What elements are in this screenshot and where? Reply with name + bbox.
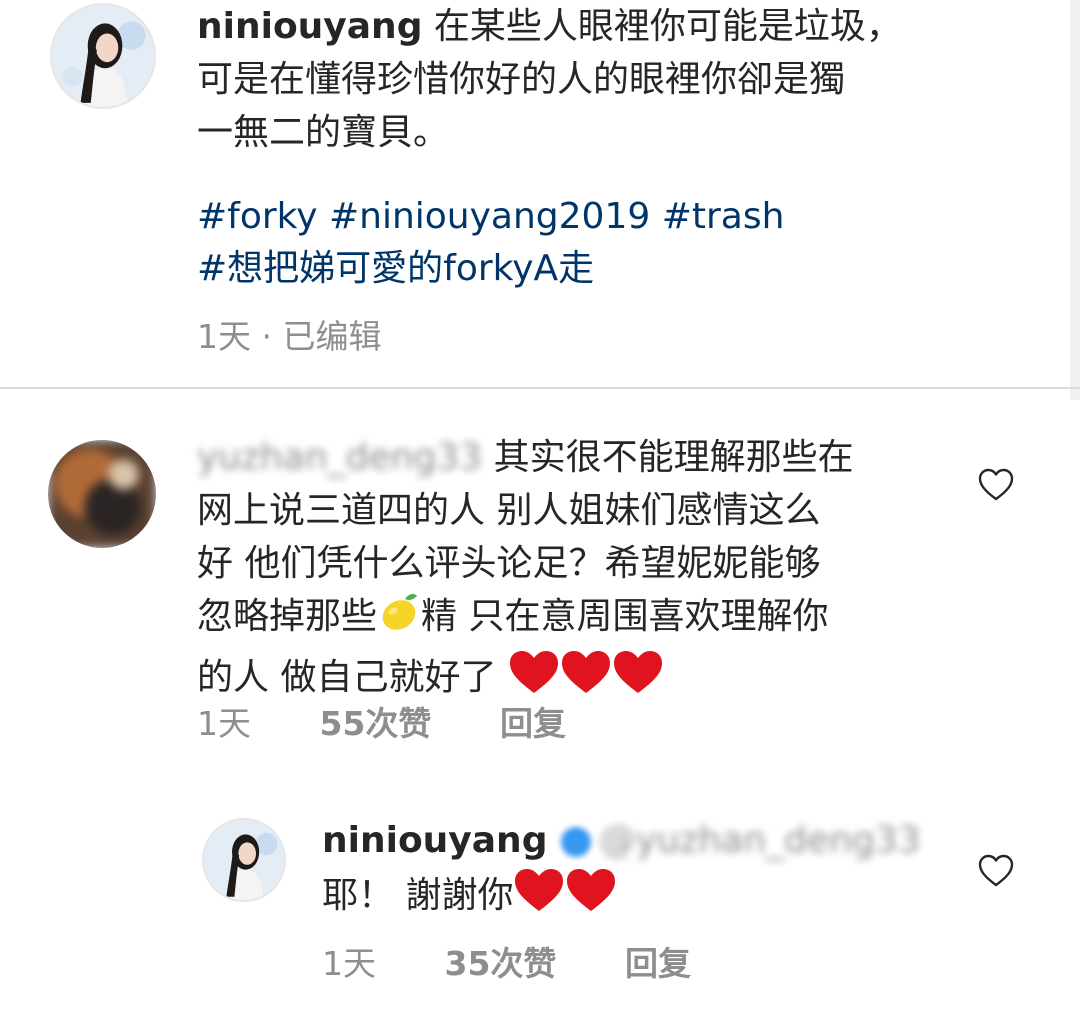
comment-line-4b: 精 只在意周围喜欢理解你 (421, 596, 829, 637)
comment-line-5: 的人 做自己就好了 (197, 657, 508, 698)
red-heart-emoji-icon (509, 651, 662, 693)
reply-message: 耶！ 謝謝你 (322, 875, 514, 916)
blurred-avatar-image (48, 440, 156, 548)
reply-text: niniouyang @yuzhan_deng33 耶！ 謝謝你 (322, 814, 942, 928)
commenter-avatar[interactable] (48, 440, 156, 548)
reply-time: 1天 (322, 944, 376, 983)
hashtag-block: #forky #niniouyang2019 #trash #想把娣可愛的for… (197, 191, 784, 295)
post-caption: niniouyang 在某些人眼裡你可能是垃圾， 可是在懂得珍惜你好的人的眼裡你… (197, 0, 1057, 159)
comment-time: 1天 (197, 704, 251, 743)
reply-heart-outline-icon[interactable] (978, 854, 1014, 888)
comment-line-4a: 忽略掉那些 (197, 596, 378, 637)
heart-outline-icon[interactable] (978, 468, 1014, 502)
comment-meta: 1天 55次赞 回复 (197, 697, 566, 745)
lemon-emoji-icon (377, 590, 421, 649)
reply-reply-button[interactable]: 回复 (625, 937, 691, 985)
comment-line-2: 网上说三道四的人 别人姐妹们感情这么 (197, 490, 821, 531)
reply-meta: 1天 35次赞 回复 (322, 937, 691, 985)
comment-text: yuzhan_deng33 其实很不能理解那些在 网上说三道四的人 别人姐妹们感… (197, 431, 937, 710)
reply-username[interactable]: niniouyang (322, 820, 547, 861)
comment-line-3: 好 他们凭什么评头论足？希望妮妮能够 (197, 543, 821, 584)
post-meta: 1天 · 已编辑 (197, 317, 382, 356)
hashtags-line-2[interactable]: #想把娣可愛的forkyA走 (197, 243, 784, 295)
comment-reply-button[interactable]: 回复 (500, 697, 566, 745)
hashtags-line-1[interactable]: #forky #niniouyang2019 #trash (197, 191, 784, 243)
reply-red-hearts (513, 867, 617, 928)
scrollbar-track[interactable] (1070, 0, 1080, 400)
reply-mention[interactable]: @yuzhan_deng33 (599, 814, 920, 867)
commenter-username[interactable]: yuzhan_deng33 (197, 431, 482, 484)
post-author-avatar[interactable] (50, 3, 156, 109)
caption-line-3: 一無二的寶貝。 (197, 112, 450, 153)
verified-badge-icon (561, 827, 592, 857)
reply-author-avatar[interactable] (202, 818, 286, 902)
comment-likes[interactable]: 55次赞 (320, 697, 432, 745)
portrait-image-small (204, 820, 284, 900)
reply-likes[interactable]: 35次赞 (445, 937, 557, 985)
caption-line-2: 可是在懂得珍惜你好的人的眼裡你卻是獨 (197, 59, 846, 100)
comment-line-1: 其实很不能理解那些在 (482, 437, 854, 478)
portrait-image (52, 5, 154, 107)
post-username[interactable]: niniouyang (197, 6, 422, 47)
divider (0, 387, 1080, 389)
red-heart-emoji-icon (515, 869, 616, 911)
caption-line-1: 在某些人眼裡你可能是垃圾， (433, 6, 902, 47)
